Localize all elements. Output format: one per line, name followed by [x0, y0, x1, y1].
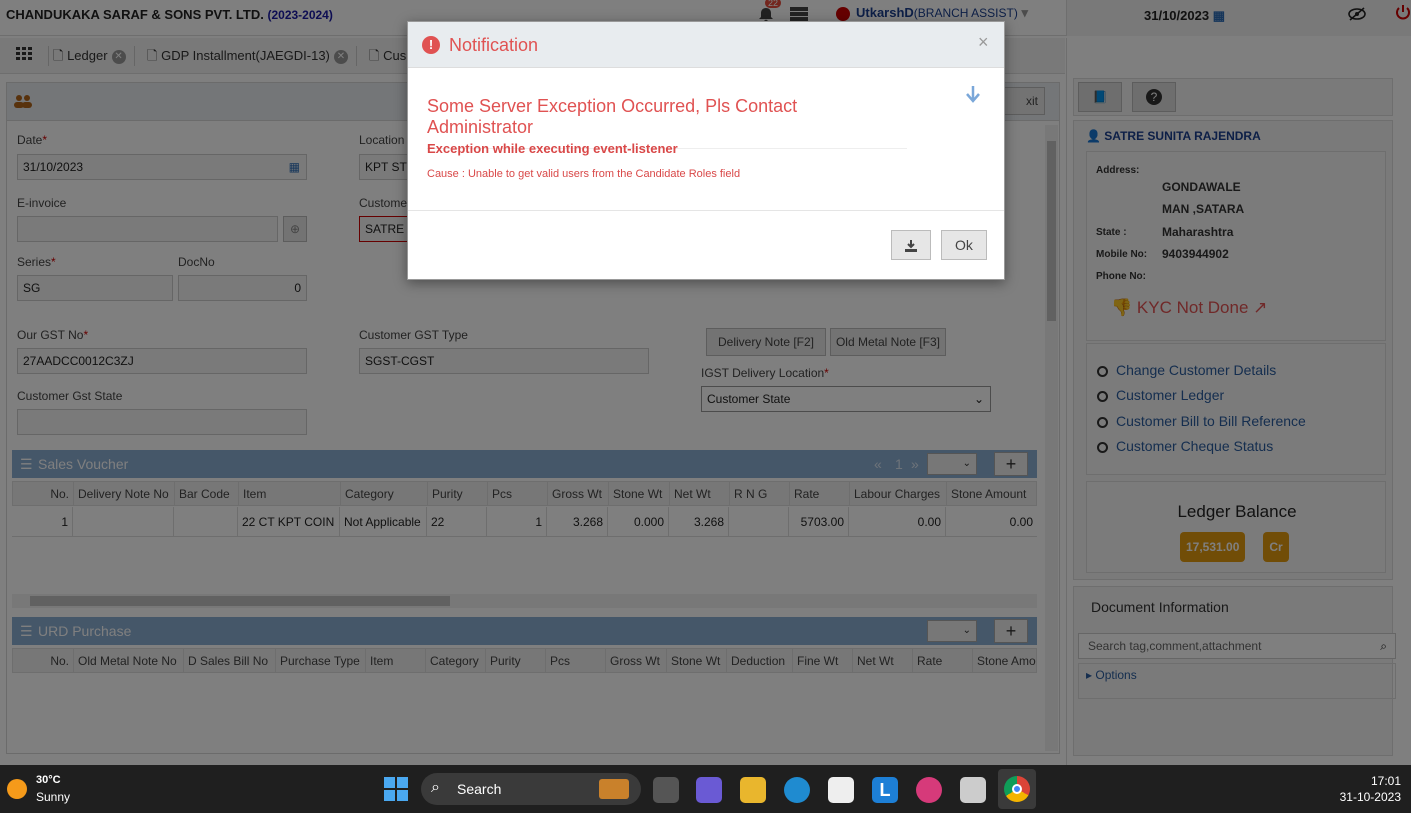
error-cause: Cause : Unable to get valid users from t… [427, 168, 741, 180]
exclamation-icon: ! [422, 36, 440, 54]
close-icon[interactable]: × [978, 32, 989, 53]
edge-icon[interactable] [784, 777, 810, 803]
notification-modal: ! Notification × Some Server Exception O… [407, 21, 1005, 280]
modal-header: ! Notification × [408, 22, 1004, 68]
briefcase-icon [599, 779, 629, 799]
windows-start-icon[interactable] [384, 777, 408, 804]
l-app-icon[interactable]: L [872, 777, 898, 803]
error-message: Exception while executing event-listener [427, 141, 678, 156]
taskbar: 30°C Sunny ⌕ Search L 17:01 31-10-2023 [0, 765, 1411, 813]
search-icon: ⌕ [431, 779, 440, 796]
download-button[interactable] [891, 230, 931, 260]
store-icon[interactable] [828, 777, 854, 803]
taskbar-search[interactable]: ⌕ Search [421, 773, 641, 805]
chrome-center [1012, 784, 1022, 794]
chrome-taskbar-item[interactable] [998, 769, 1036, 809]
teams-icon[interactable] [696, 777, 722, 803]
file-explorer-icon[interactable] [740, 777, 766, 803]
weather-temp[interactable]: 30°C [36, 774, 61, 786]
sun-icon[interactable] [7, 779, 27, 799]
chrome-icon [1004, 776, 1030, 802]
w-app-icon[interactable] [916, 777, 942, 803]
ok-button[interactable]: Ok [941, 230, 987, 260]
task-view-icon[interactable] [653, 777, 679, 803]
window-icon[interactable] [960, 777, 986, 803]
clock-date[interactable]: 31-10-2023 [1340, 790, 1401, 804]
taskbar-search-text: Search [457, 781, 502, 797]
modal-divider [408, 210, 1004, 211]
clock-time[interactable]: 17:01 [1371, 774, 1401, 788]
weather-text[interactable]: Sunny [36, 790, 70, 804]
download-icon [905, 239, 917, 252]
modal-title: Notification [449, 35, 539, 55]
arrow-down-icon[interactable] [966, 86, 980, 107]
